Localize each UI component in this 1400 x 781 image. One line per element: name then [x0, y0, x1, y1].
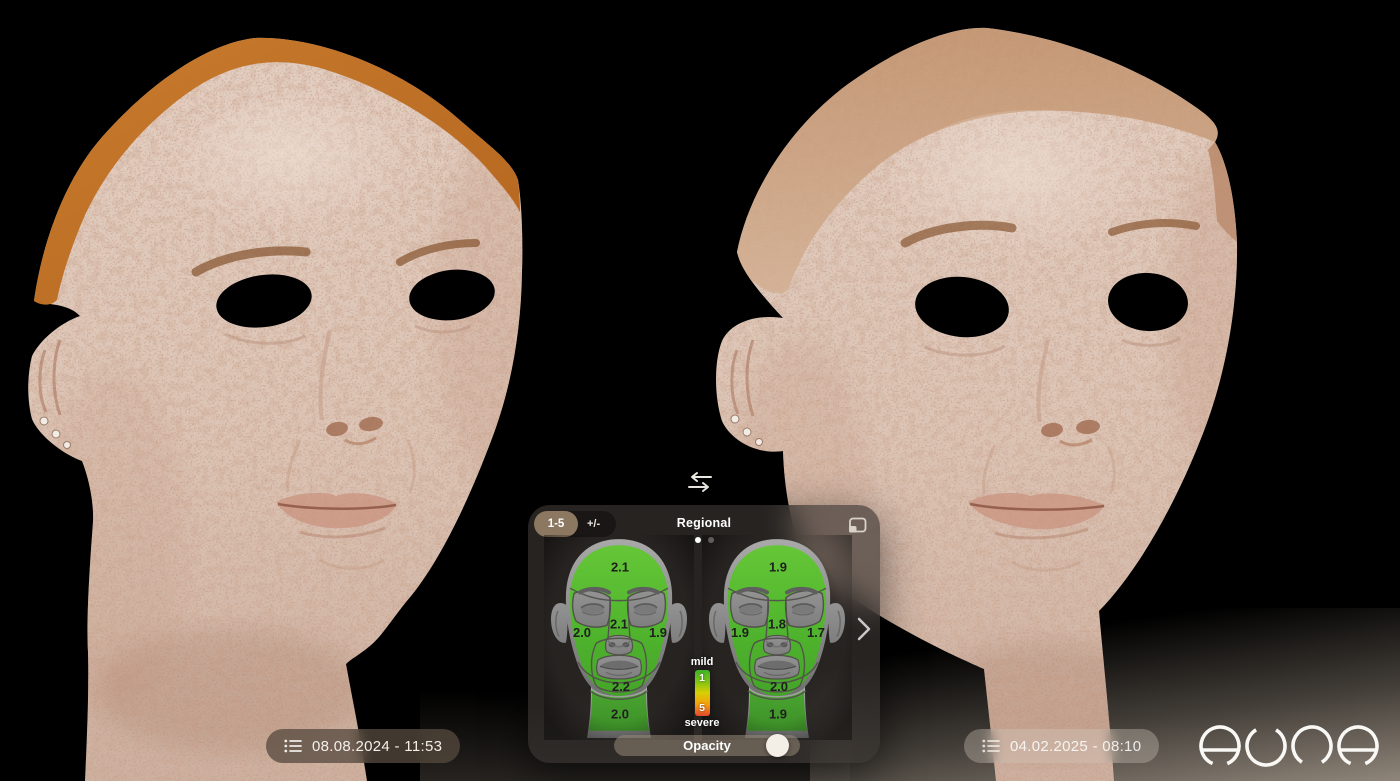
- scan-date-badge-right[interactable]: 04.02.2025 - 08:10: [964, 729, 1159, 763]
- region-score-nose: 2.1: [610, 616, 628, 631]
- scan-timestamp-left: 08.08.2024 - 11:53: [312, 738, 442, 755]
- opacity-slider[interactable]: Opacity: [614, 735, 800, 756]
- opacity-slider-knob[interactable]: [766, 734, 789, 757]
- scan-timestamp-right: 04.02.2025 - 08:10: [1010, 738, 1141, 755]
- aura-logo: AURA: [1196, 721, 1382, 769]
- panel-title: Regional: [528, 516, 880, 530]
- region-score-cheek-right: 1.7: [807, 625, 825, 640]
- patient-scan-left[interactable]: [0, 0, 560, 781]
- app-viewport: 1-5 +/- Regional 2.1 2.0 2.1 1.9 2.2 2.0…: [0, 0, 1400, 781]
- legend-severe-label: severe: [685, 717, 720, 730]
- legend-gradient-bar: 1 5: [695, 670, 710, 716]
- regional-analysis-panel: 1-5 +/- Regional 2.1 2.0 2.1 1.9 2.2 2.0…: [528, 505, 880, 763]
- region-score-cheek-left: 2.0: [573, 625, 591, 640]
- region-score-neck: 1.9: [769, 706, 787, 721]
- legend-min-value: 1: [695, 672, 710, 684]
- swap-scans-icon[interactable]: [685, 470, 715, 494]
- region-score-forehead: 2.1: [611, 559, 629, 574]
- page-dot-active[interactable]: [695, 537, 701, 543]
- earring-stud: [743, 428, 751, 436]
- earring-stud: [64, 442, 71, 449]
- earring-stud: [40, 417, 48, 425]
- legend-mild-label: mild: [691, 656, 714, 669]
- region-score-chin: 2.0: [770, 679, 788, 694]
- earring-stud: [52, 430, 60, 438]
- region-score-cheek-right: 1.9: [649, 625, 667, 640]
- region-score-forehead: 1.9: [769, 559, 787, 574]
- detach-panel-icon[interactable]: [848, 517, 867, 534]
- region-score-neck: 2.0: [611, 706, 629, 721]
- scan-date-badge-left[interactable]: 08.08.2024 - 11:53: [266, 729, 460, 763]
- region-score-cheek-left: 1.9: [731, 625, 749, 640]
- heatmap-face-after: 1.9 1.9 1.8 1.7 2.0 1.9: [702, 535, 852, 740]
- heatmap-face-before: 2.1 2.0 2.1 1.9 2.2 2.0: [544, 535, 694, 740]
- region-score-nose: 1.8: [768, 616, 786, 631]
- scan-list-icon: [982, 739, 1000, 753]
- scan-list-icon: [284, 739, 302, 753]
- severity-legend: mild 1 5 severe: [680, 656, 724, 730]
- next-page-chevron[interactable]: [855, 615, 873, 643]
- earring-stud: [731, 415, 739, 423]
- legend-max-value: 5: [695, 702, 710, 714]
- earring-stud: [756, 439, 763, 446]
- region-score-chin: 2.2: [612, 679, 630, 694]
